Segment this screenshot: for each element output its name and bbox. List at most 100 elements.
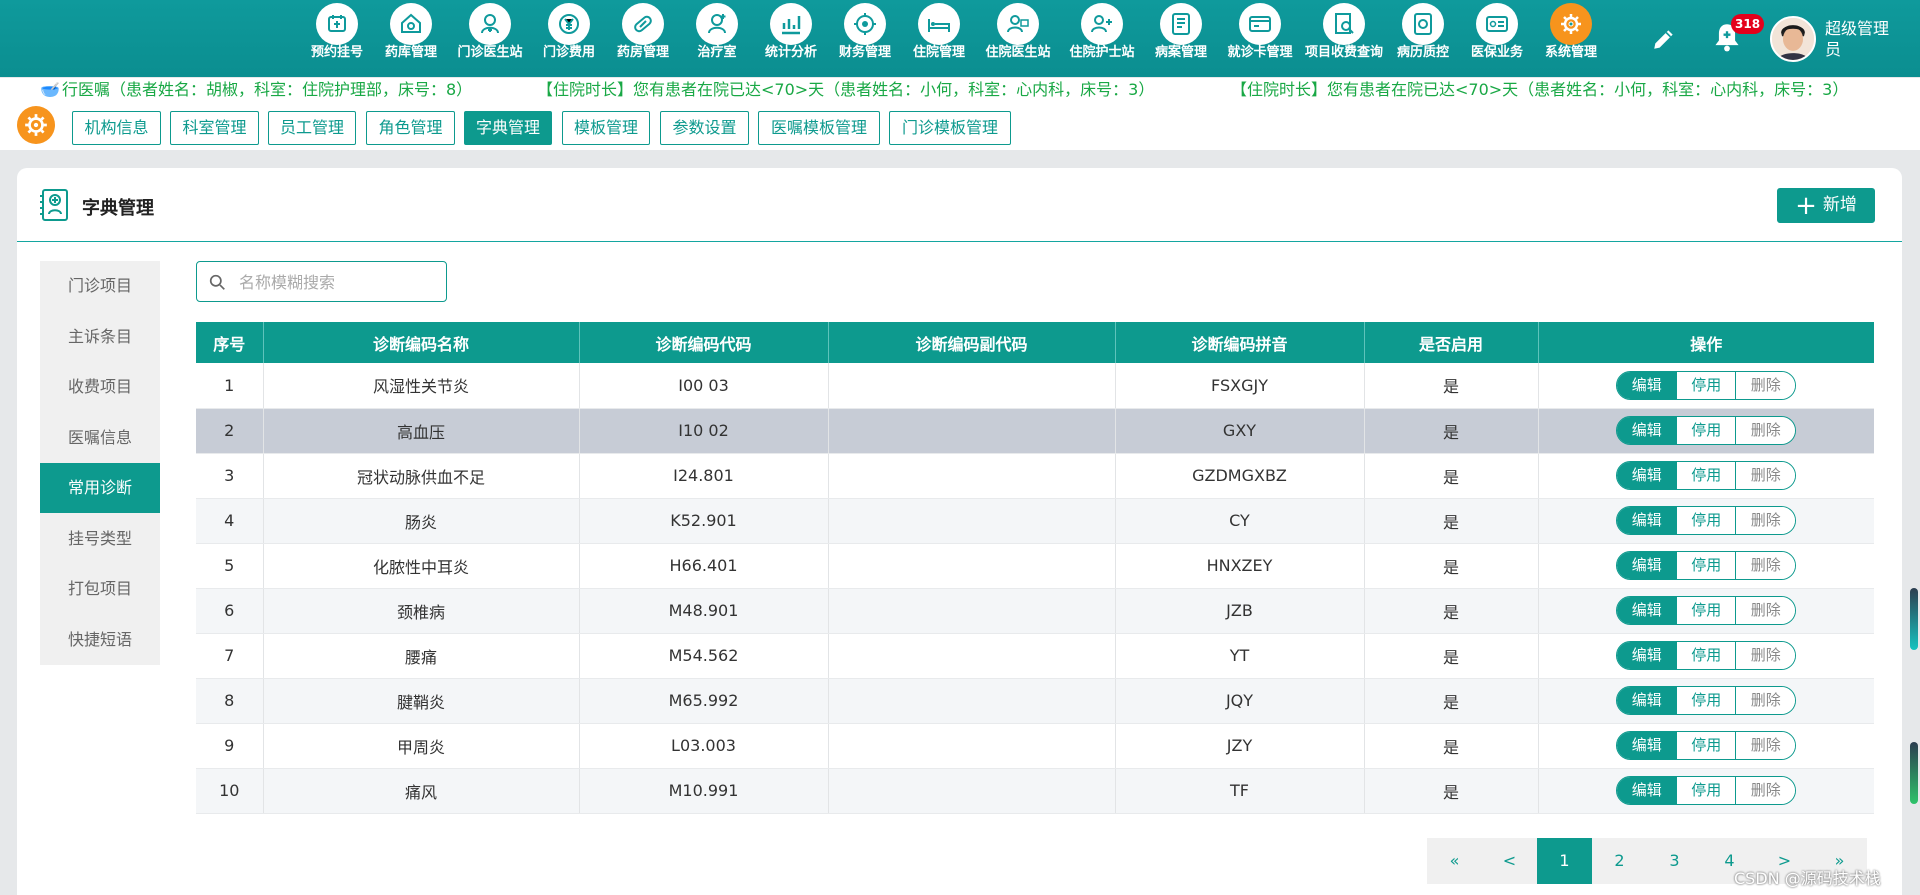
disable-button[interactable]: 停用: [1676, 462, 1736, 489]
nav-item-register[interactable]: 预约挂号: [300, 0, 374, 77]
delete-button[interactable]: 删除: [1735, 552, 1796, 579]
disable-button[interactable]: 停用: [1676, 507, 1736, 534]
nav-item-inpatient-nurse[interactable]: 住院护士站: [1060, 0, 1144, 77]
delete-button[interactable]: 删除: [1735, 597, 1796, 624]
tab-order-template-management[interactable]: 医嘱模板管理: [758, 111, 880, 145]
search-box[interactable]: [196, 261, 447, 302]
disable-button[interactable]: 停用: [1676, 687, 1736, 714]
record-icon: [1160, 3, 1202, 45]
prev-page-button[interactable]: <: [1482, 838, 1537, 884]
edit-button[interactable]: 编辑: [1617, 777, 1677, 804]
user-avatar[interactable]: [1770, 16, 1816, 62]
tab-role-management[interactable]: 角色管理: [366, 111, 455, 145]
side-menu-item[interactable]: 主诉条目: [40, 312, 160, 362]
delete-button[interactable]: 删除: [1735, 732, 1796, 759]
scrollbar-thumb[interactable]: [1910, 742, 1918, 804]
nav-item-finance[interactable]: 财务管理: [828, 0, 902, 77]
side-menu-item[interactable]: 门诊项目: [40, 261, 160, 311]
nav-item-quality[interactable]: 病历质控: [1386, 0, 1460, 77]
nav-item-pill[interactable]: 药房管理: [606, 0, 680, 77]
nav-item-insurance[interactable]: 医保业务: [1460, 0, 1534, 77]
tab-dictionary-management[interactable]: 字典管理: [464, 111, 552, 145]
side-menu-item[interactable]: 医嘱信息: [40, 413, 160, 463]
nav-item-yen[interactable]: 门诊费用: [532, 0, 606, 77]
table-row[interactable]: 4 肠炎 K52.901 CY 是 编辑 停用 删除: [196, 498, 1874, 544]
first-page-button[interactable]: «: [1427, 838, 1482, 884]
cell-enabled: 是: [1364, 498, 1539, 544]
disable-button[interactable]: 停用: [1676, 417, 1736, 444]
table-row[interactable]: 3 冠状动脉供血不足 I24.801 GZDMGXBZ 是 编辑 停用 删除: [196, 453, 1874, 499]
tab-template-management[interactable]: 模板管理: [562, 111, 650, 145]
tab-outpatient-template-management[interactable]: 门诊模板管理: [889, 111, 1011, 145]
scrollbar-thumb[interactable]: [1910, 588, 1918, 650]
edit-button[interactable]: 编辑: [1617, 462, 1677, 489]
side-menu-item[interactable]: 快捷短语: [40, 615, 160, 665]
delete-button[interactable]: 删除: [1735, 371, 1796, 399]
add-button[interactable]: + 新增: [1777, 188, 1875, 223]
delete-button[interactable]: 删除: [1735, 417, 1796, 444]
edit-button[interactable]: 编辑: [1617, 597, 1677, 624]
row-actions: 编辑 停用 删除: [1616, 551, 1797, 580]
nav-item-warehouse[interactable]: 药库管理: [374, 0, 448, 77]
page-number-button[interactable]: 3: [1647, 838, 1702, 884]
cell-subcode: [828, 363, 1116, 409]
tab-dept-management[interactable]: 科室管理: [170, 111, 259, 145]
edit-button[interactable]: 编辑: [1617, 507, 1677, 534]
nav-item-card[interactable]: 就诊卡管理: [1218, 0, 1302, 77]
delete-button[interactable]: 删除: [1735, 642, 1796, 669]
edit-button[interactable]: 编辑: [1617, 417, 1677, 444]
tab-parameter-settings[interactable]: 参数设置: [660, 111, 749, 145]
nav-item-label: 系统管理: [1544, 45, 1597, 60]
nav-item-doctor[interactable]: 门诊医生站: [448, 0, 532, 77]
delete-button[interactable]: 删除: [1735, 507, 1796, 534]
edit-button[interactable]: 编辑: [1617, 687, 1677, 714]
nav-item-gear[interactable]: 系统管理: [1534, 0, 1608, 77]
table-row[interactable]: 10 痛风 M10.991 TF 是 编辑 停用 删除: [196, 768, 1874, 814]
page-number-button[interactable]: 1: [1537, 838, 1592, 884]
nav-item-chart[interactable]: 统计分析: [754, 0, 828, 77]
nav-item-label: 门诊医生站: [457, 45, 523, 60]
table-row[interactable]: 6 颈椎病 M48.901 JZB 是 编辑 停用 删除: [196, 588, 1874, 634]
disable-button[interactable]: 停用: [1676, 371, 1736, 399]
top-nav-bar: 预约挂号 药库管理 门诊医生站 门诊费用 药房管理 治疗室 统计分析 财务管理 住院管理 住院医生…: [0, 0, 1920, 77]
disable-button[interactable]: 停用: [1676, 552, 1736, 579]
disable-button[interactable]: 停用: [1676, 597, 1736, 624]
edit-button[interactable]: 编辑: [1617, 371, 1677, 399]
table-row[interactable]: 5 化脓性中耳炎 H66.401 HNXZEY 是 编辑 停用 删除: [196, 543, 1874, 589]
tab-staff-management[interactable]: 员工管理: [268, 111, 356, 145]
side-menu-item[interactable]: 收费项目: [40, 362, 160, 412]
nav-item-record[interactable]: 病案管理: [1144, 0, 1218, 77]
search-input[interactable]: [239, 268, 439, 296]
cell-enabled: 是: [1364, 588, 1539, 634]
edit-pen-icon[interactable]: [1651, 26, 1677, 52]
column-header: 诊断编码代码: [579, 322, 829, 363]
tab-org-info[interactable]: 机构信息: [72, 111, 161, 145]
user-name[interactable]: 超级管理员: [1825, 18, 1895, 60]
table-row[interactable]: 1 风湿性关节炎 I00 03 FSXGJY 是 编辑 停用 删除: [196, 363, 1874, 409]
row-actions: 编辑 停用 删除: [1616, 370, 1797, 400]
delete-button[interactable]: 删除: [1735, 462, 1796, 489]
disable-button[interactable]: 停用: [1676, 642, 1736, 669]
nav-item-query[interactable]: 项目收费查询: [1302, 0, 1386, 77]
nav-item-nurse[interactable]: 治疗室: [680, 0, 754, 77]
page-number-button[interactable]: 2: [1592, 838, 1647, 884]
side-menu-item[interactable]: 打包项目: [40, 564, 160, 614]
delete-button[interactable]: 删除: [1735, 777, 1796, 804]
cell-pinyin: JZY: [1115, 723, 1365, 769]
cell-pinyin: FSXGJY: [1115, 363, 1365, 409]
cell-code: H66.401: [579, 543, 829, 589]
table-row[interactable]: 8 腱鞘炎 M65.992 JQY 是 编辑 停用 删除: [196, 678, 1874, 724]
table-row[interactable]: 2 高血压 I10 02 GXY 是 编辑 停用 删除: [196, 408, 1874, 454]
side-menu-item[interactable]: 常用诊断: [40, 463, 160, 513]
nav-item-bed[interactable]: 住院管理: [902, 0, 976, 77]
delete-button[interactable]: 删除: [1735, 687, 1796, 714]
edit-button[interactable]: 编辑: [1617, 642, 1677, 669]
table-row[interactable]: 9 甲周炎 L03.003 JZY 是 编辑 停用 删除: [196, 723, 1874, 769]
table-row[interactable]: 7 腰痛 M54.562 YT 是 编辑 停用 删除: [196, 633, 1874, 679]
disable-button[interactable]: 停用: [1676, 777, 1736, 804]
nav-item-inpatient-doctor[interactable]: 住院医生站: [976, 0, 1060, 77]
edit-button[interactable]: 编辑: [1617, 732, 1677, 759]
disable-button[interactable]: 停用: [1676, 732, 1736, 759]
side-menu-item[interactable]: 挂号类型: [40, 514, 160, 564]
edit-button[interactable]: 编辑: [1617, 552, 1677, 579]
